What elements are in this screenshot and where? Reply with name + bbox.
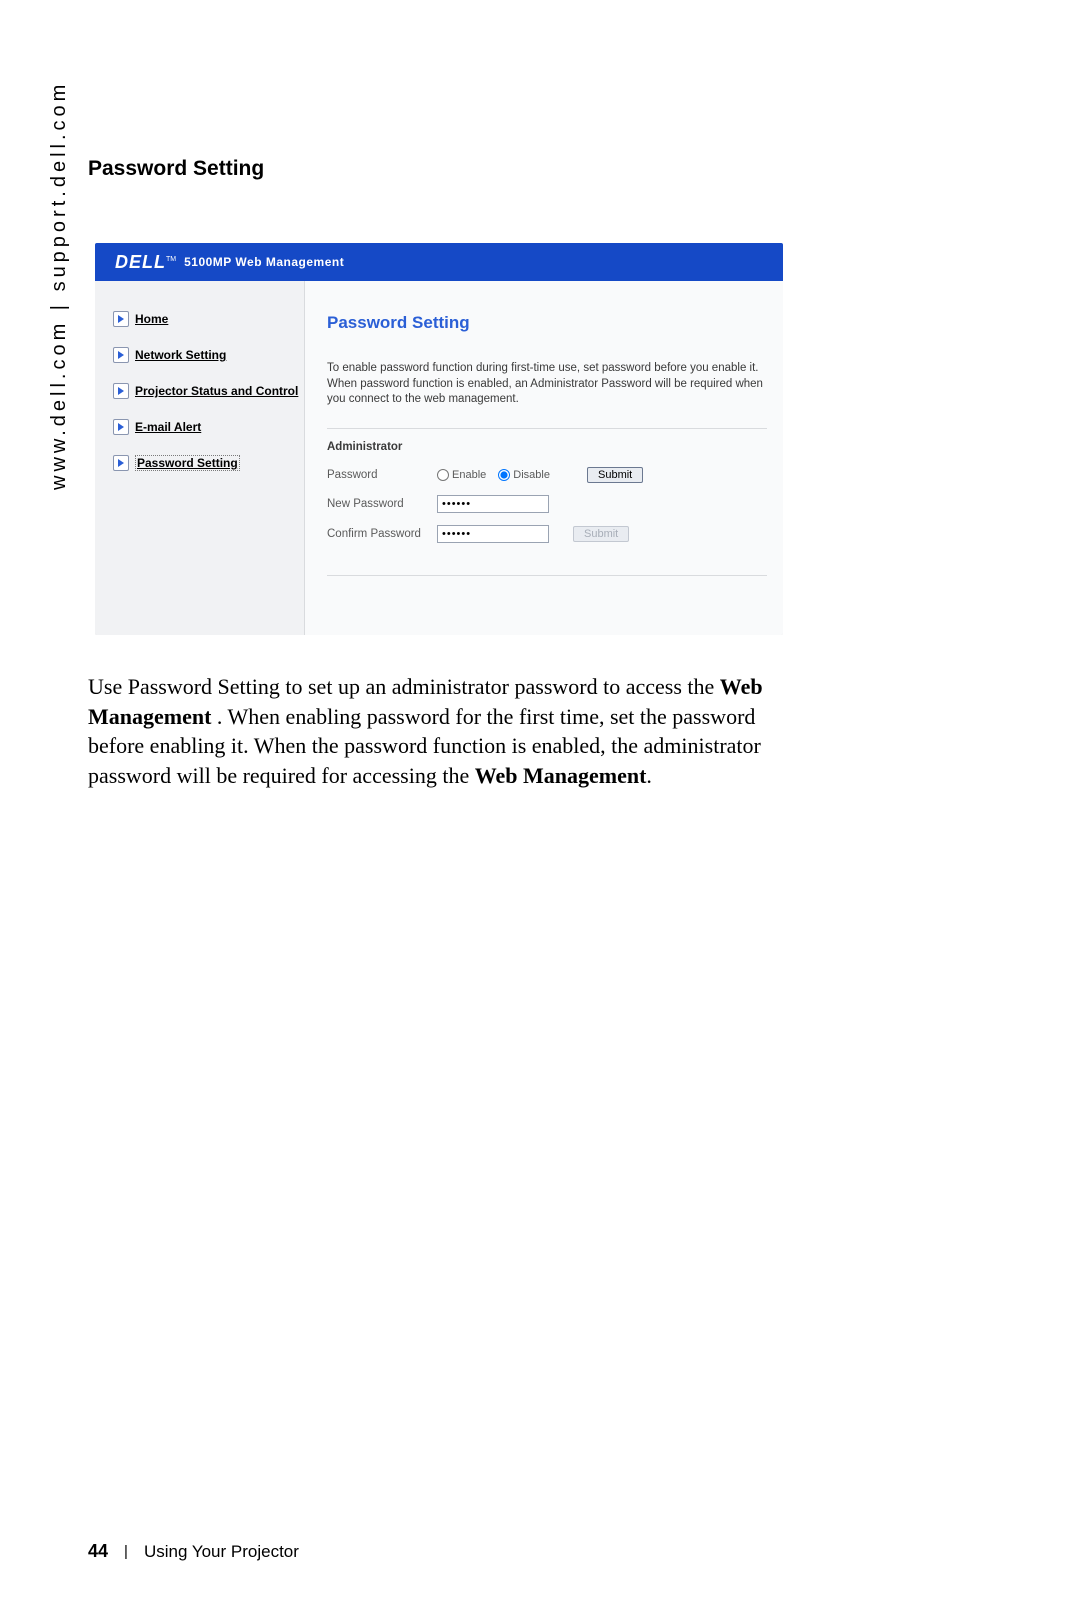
form-row-confirm-password: Confirm Password Submit [327,525,767,543]
sidebar-item-label: Projector Status and Control [135,384,298,398]
content-intro-text: To enable password function during first… [327,361,767,429]
app-header-title: 5100MP Web Management [184,255,344,269]
sidebar-item-projector-status[interactable]: Projector Status and Control [113,383,304,399]
sidebar-item-home[interactable]: Home [113,311,304,327]
password-radio-group: Enable Disable [437,469,563,481]
document-page: www.dell.com | support.dell.com Password… [0,0,1080,1620]
chevron-right-icon [113,383,129,399]
page-footer: 44 | Using Your Projector [88,1541,299,1562]
admin-form-block: Administrator Password Enable Disable [327,441,767,576]
page-title: Password Setting [88,157,264,181]
sidebar: Home Network Setting Projector Status an… [95,281,305,635]
content-title: Password Setting [327,313,767,333]
footer-section: Using Your Projector [144,1542,299,1562]
new-password-input[interactable] [437,495,549,513]
sidebar-item-label: Password Setting [135,455,240,471]
enable-radio[interactable] [437,469,449,481]
chevron-right-icon [113,419,129,435]
disable-radio[interactable] [498,469,510,481]
dell-logo: DELLTM [115,252,176,273]
sidebar-item-email-alert[interactable]: E-mail Alert [113,419,304,435]
submit-button-disabled: Submit [573,526,629,542]
enable-radio-label[interactable]: Enable [437,469,486,481]
footer-separator: | [124,1543,128,1560]
content-pane: Password Setting To enable password func… [305,281,783,635]
chevron-right-icon [113,311,129,327]
side-url-text: www.dell.com | support.dell.com [48,81,71,490]
app-body: Home Network Setting Projector Status an… [95,281,783,635]
web-management-screenshot: DELLTM 5100MP Web Management Home Networ… [95,243,783,635]
sidebar-item-label: E-mail Alert [135,420,201,434]
dell-logo-text: DELL [115,252,166,272]
app-header: DELLTM 5100MP Web Management [95,243,783,281]
submit-button[interactable]: Submit [587,467,643,483]
confirm-password-label: Confirm Password [327,528,437,540]
form-row-password-toggle: Password Enable Disable Submit [327,467,767,483]
sidebar-item-label: Home [135,312,168,326]
para-part3: . [646,763,652,788]
sidebar-item-password-setting[interactable]: Password Setting [113,455,304,471]
form-section-label: Administrator [327,441,767,453]
body-paragraph: Use Password Setting to set up an admini… [88,672,793,791]
enable-text: Enable [452,469,486,481]
form-row-new-password: New Password [327,495,767,513]
chevron-right-icon [113,455,129,471]
para-part1: Use Password Setting to set up an admini… [88,674,720,699]
sidebar-item-network-setting[interactable]: Network Setting [113,347,304,363]
confirm-password-input[interactable] [437,525,549,543]
dell-trademark: TM [166,256,176,263]
new-password-label: New Password [327,498,437,510]
page-number: 44 [88,1541,108,1562]
disable-text: Disable [513,469,550,481]
para-bold2: Web Management [475,763,647,788]
disable-radio-label[interactable]: Disable [498,469,550,481]
sidebar-item-label: Network Setting [135,348,226,362]
chevron-right-icon [113,347,129,363]
password-label: Password [327,469,437,481]
